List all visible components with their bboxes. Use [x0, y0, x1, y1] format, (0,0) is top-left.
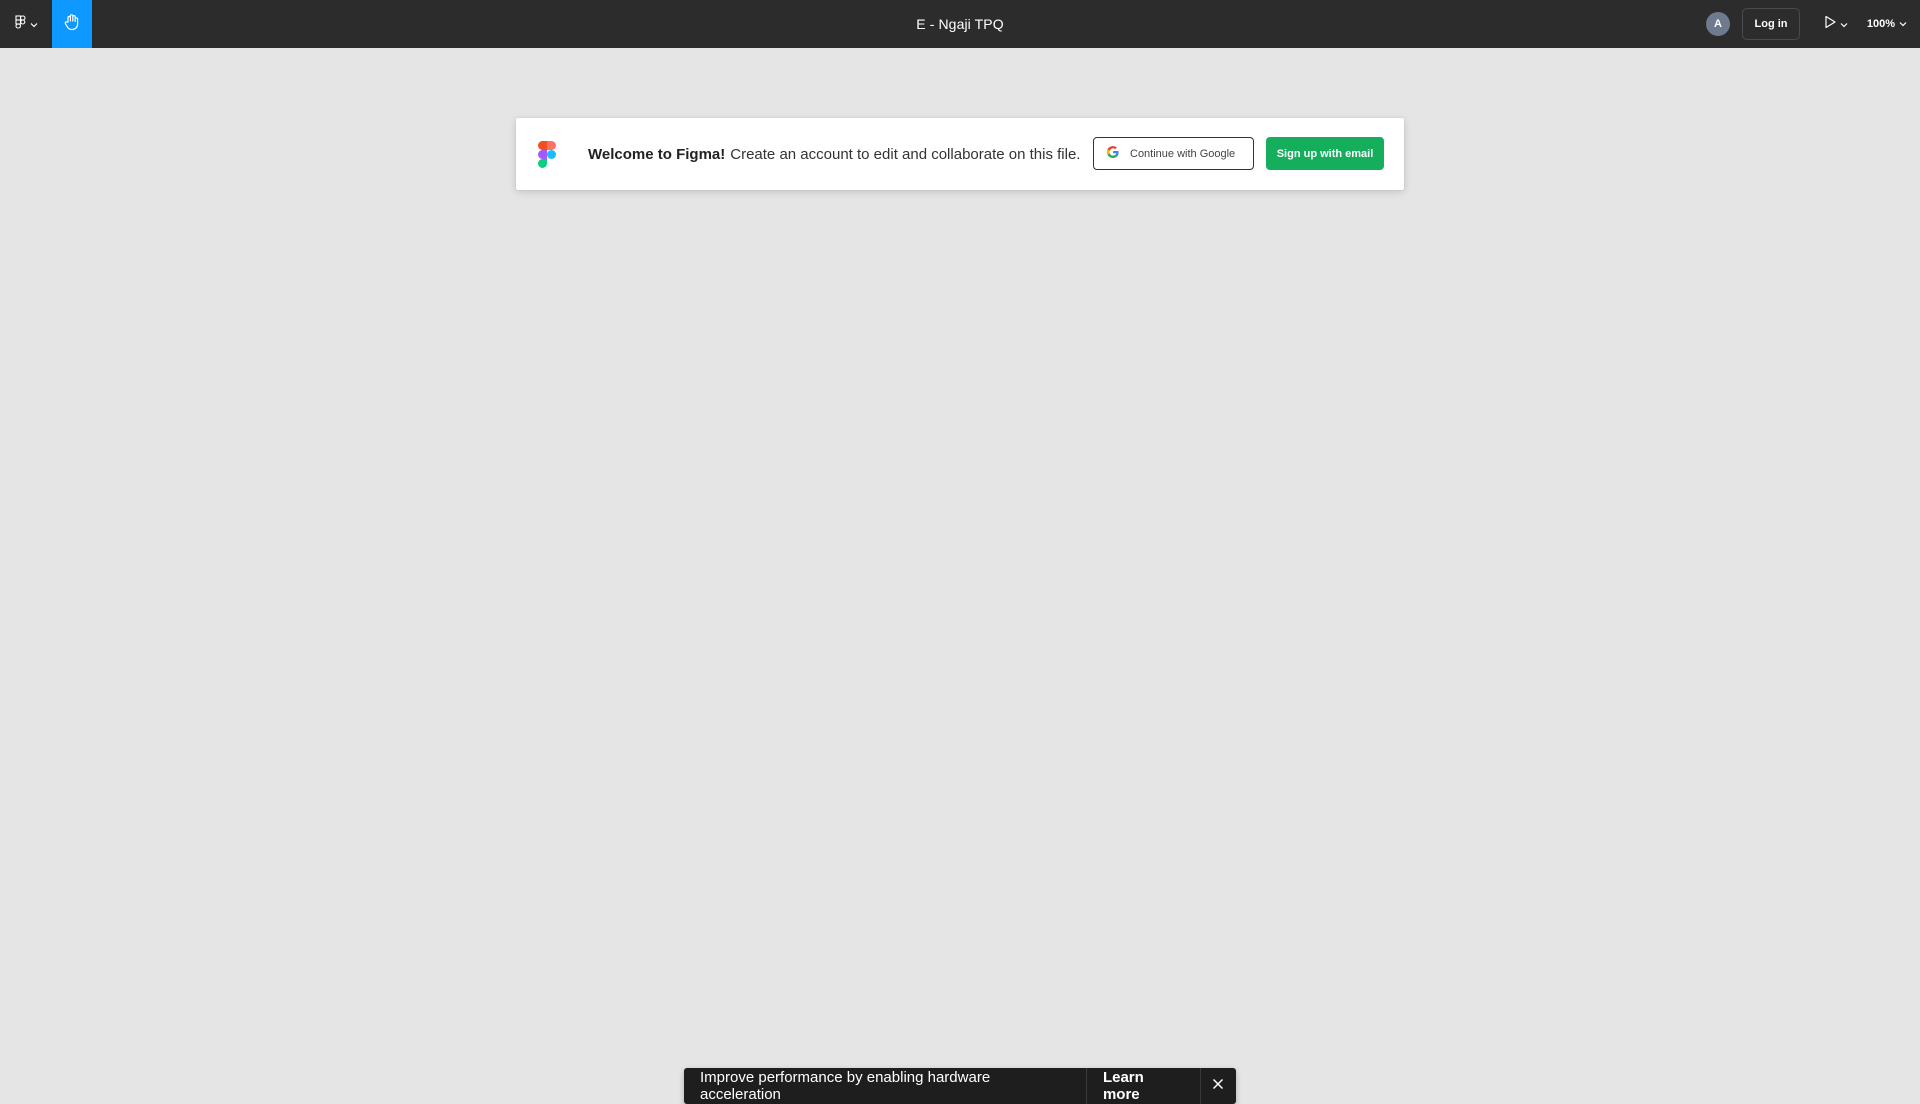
welcome-heading: Welcome to Figma!	[588, 145, 726, 163]
hand-icon	[62, 12, 82, 37]
figma-logo-icon	[536, 138, 558, 170]
toast-close-button[interactable]	[1201, 1068, 1237, 1104]
canvas[interactable]: Welcome to Figma! Create an account to e…	[0, 48, 1920, 1104]
avatar[interactable]: A	[1706, 12, 1730, 36]
welcome-message: Welcome to Figma! Create an account to e…	[588, 118, 1080, 190]
chevron-down-icon	[30, 15, 38, 33]
welcome-banner: Welcome to Figma! Create an account to e…	[516, 118, 1404, 190]
present-button[interactable]	[1818, 12, 1852, 36]
welcome-description: Create an account to edit and collaborat…	[730, 145, 1081, 163]
file-title: E - Ngaji TPQ	[916, 16, 1004, 32]
continue-with-google-button[interactable]: Continue with Google	[1093, 137, 1254, 170]
play-icon	[1823, 15, 1837, 34]
zoom-dropdown[interactable]: 100%	[1862, 12, 1912, 36]
main-menu-button[interactable]	[8, 10, 44, 38]
zoom-level: 100%	[1866, 18, 1896, 30]
figma-menu-icon	[14, 14, 27, 34]
learn-more-button[interactable]: Learn more	[1087, 1068, 1201, 1104]
hardware-acceleration-toast: Improve performance by enabling hardware…	[684, 1068, 1236, 1104]
top-toolbar: E - Ngaji TPQ A Log in 100%	[0, 0, 1920, 48]
toast-message: Improve performance by enabling hardware…	[684, 1068, 1087, 1104]
sign-up-email-button[interactable]: Sign up with email	[1266, 137, 1384, 170]
chevron-down-icon	[1840, 15, 1848, 33]
login-button[interactable]: Log in	[1742, 8, 1800, 40]
google-icon	[1106, 145, 1120, 162]
chevron-down-icon	[1899, 18, 1907, 30]
google-button-label: Continue with Google	[1130, 147, 1236, 160]
hand-tool-button[interactable]	[52, 0, 92, 48]
